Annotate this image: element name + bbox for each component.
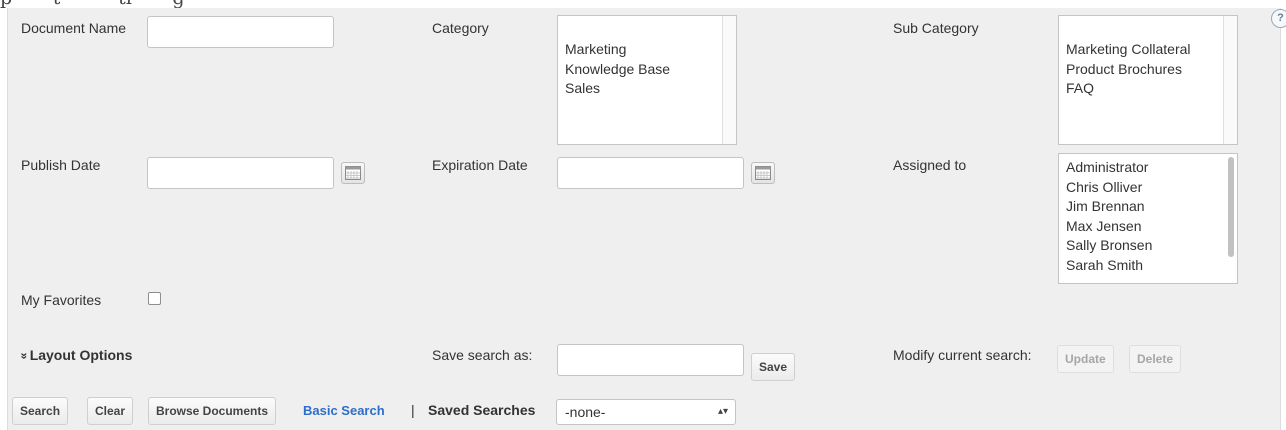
calendar-icon[interactable] <box>751 162 775 184</box>
assigned-to-option[interactable]: Sarah Smith <box>1059 256 1237 276</box>
category-listbox[interactable]: Marketing Knowledge Base Sales <box>557 15 737 145</box>
separator: | <box>411 402 415 418</box>
assigned-to-label: Assigned to <box>893 157 967 173</box>
basic-search-link[interactable]: Basic Search <box>303 403 385 418</box>
browse-documents-button[interactable]: Browse Documents <box>148 397 277 425</box>
save-search-label: Save search as: <box>432 347 533 363</box>
cropped-heading: p • • t • • • ti • • g • • <box>0 0 1286 8</box>
publish-date-label: Publish Date <box>21 157 101 173</box>
document-name-input[interactable] <box>147 16 334 48</box>
layout-options-label: Layout Options <box>29 347 133 363</box>
assigned-to-scrollbar-thumb[interactable] <box>1228 157 1234 257</box>
assigned-to-option[interactable]: Chris Olliver <box>1059 178 1237 198</box>
assigned-to-option[interactable]: Administrator <box>1059 158 1237 178</box>
cropped-heading-text: p • • t • • • ti • • g • • <box>0 0 219 8</box>
help-icon[interactable]: ? <box>1271 9 1286 28</box>
assigned-to-option[interactable]: Max Jensen <box>1059 217 1237 237</box>
assigned-to-option[interactable]: Sally Bronsen <box>1059 236 1237 256</box>
search-button[interactable]: Search <box>12 397 69 425</box>
saved-searches-label: Saved Searches <box>428 402 536 418</box>
document-name-label: Document Name <box>21 20 127 36</box>
delete-button[interactable]: Delete <box>1129 345 1182 373</box>
saved-searches-select[interactable]: -none- ▴▾ <box>556 399 736 425</box>
publish-date-input[interactable] <box>147 157 334 189</box>
layout-options-toggle[interactable]: »Layout Options <box>17 347 133 363</box>
sub-category-option[interactable]: Marketing Collateral <box>1059 40 1237 60</box>
save-button[interactable]: Save <box>751 353 796 381</box>
save-search-input[interactable] <box>557 344 744 376</box>
modify-search-label: Modify current search: <box>893 347 1032 363</box>
sub-category-listbox[interactable]: Marketing Collateral Product Brochures F… <box>1058 15 1238 145</box>
sub-category-option[interactable]: Product Brochures <box>1059 60 1237 80</box>
category-label: Category <box>432 20 489 36</box>
chevron-double-down-icon: » <box>17 352 32 360</box>
calendar-icon[interactable] <box>341 162 365 184</box>
saved-searches-value: -none- <box>565 404 606 420</box>
my-favorites-checkbox[interactable] <box>148 292 161 305</box>
category-option[interactable]: Marketing <box>558 40 736 60</box>
sub-category-option[interactable]: FAQ <box>1059 79 1237 99</box>
expiration-date-input[interactable] <box>557 157 744 189</box>
assigned-to-option[interactable]: Jim Brennan <box>1059 197 1237 217</box>
category-scrollbar[interactable] <box>722 16 736 144</box>
category-option[interactable]: Sales <box>558 79 736 99</box>
sub-category-label: Sub Category <box>893 20 979 36</box>
update-button[interactable]: Update <box>1057 345 1114 373</box>
sub-category-scrollbar[interactable] <box>1223 16 1237 144</box>
my-favorites-label: My Favorites <box>21 292 102 308</box>
select-arrows-icon: ▴▾ <box>717 406 728 417</box>
expiration-date-label: Expiration Date <box>432 157 528 173</box>
category-option[interactable]: Knowledge Base <box>558 60 736 80</box>
clear-button[interactable]: Clear <box>87 397 134 425</box>
search-form-panel: ? Document Name Category Marketing Knowl… <box>7 8 1286 430</box>
assigned-to-listbox[interactable]: Administrator Chris Olliver Jim Brennan … <box>1058 153 1238 284</box>
